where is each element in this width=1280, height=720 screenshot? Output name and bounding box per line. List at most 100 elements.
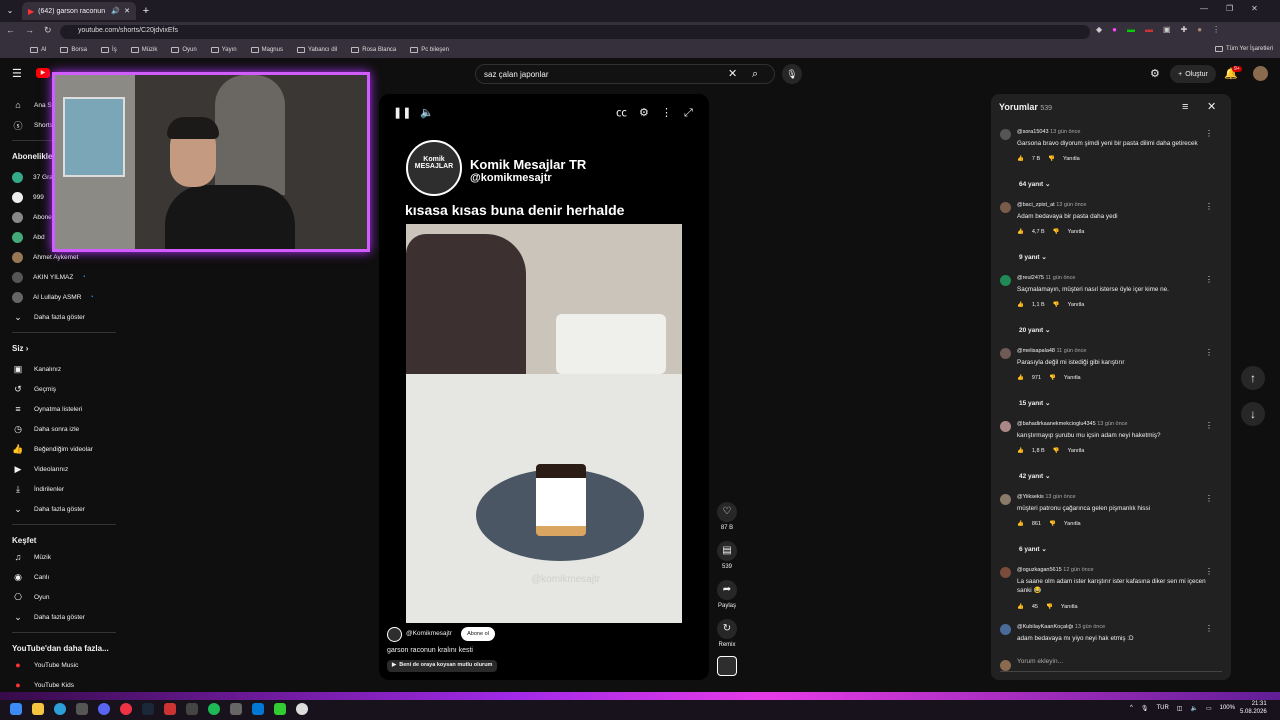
reply-button[interactable]: Yanıtla xyxy=(1068,302,1085,308)
app-icon[interactable] xyxy=(164,703,176,715)
music-chip[interactable]: ▶ Beni de oraya koysan mutlu olurum xyxy=(387,660,498,672)
maximize-icon[interactable]: ❐ xyxy=(1226,4,1233,13)
sidebar-item-youtube-kids[interactable]: ● YouTube Kids xyxy=(12,678,74,692)
replies-toggle[interactable]: 42 yanıt ⌄ xyxy=(1019,472,1050,480)
sidebar-sub[interactable]: 999 xyxy=(12,190,44,204)
hamburger-menu-icon[interactable]: ☰ xyxy=(12,67,22,81)
dislike-icon[interactable]: 👎 xyxy=(1049,521,1056,527)
comment-author[interactable]: @Yiiksekis 13 gün önce xyxy=(1017,494,1076,500)
search-icon[interactable]: ⌕ xyxy=(752,67,758,81)
profile-avatar[interactable]: ● xyxy=(1197,25,1202,34)
comment-avatar[interactable] xyxy=(1000,421,1011,432)
channel-avatar[interactable] xyxy=(387,627,402,642)
sidebar-item-history[interactable]: ↺ Geçmiş xyxy=(12,382,56,396)
dislike-icon[interactable]: 👎 xyxy=(1049,375,1056,381)
comment-author[interactable]: @reul2475 11 gün önce xyxy=(1017,275,1075,281)
like-icon[interactable]: 👍 xyxy=(1017,302,1024,308)
url-field[interactable]: youtube.com/shorts/C20jdvixEfs xyxy=(60,25,1090,39)
sidebar-item-downloads[interactable]: ⤓ İndirilenler xyxy=(12,482,64,496)
battery-icon[interactable]: ▭ xyxy=(1206,705,1212,712)
comment-author[interactable]: @bahadirkaanekmekcioglu4345 13 gün önce xyxy=(1017,421,1127,427)
dislike-icon[interactable]: 👎 xyxy=(1046,604,1053,610)
replies-toggle[interactable]: 20 yanıt ⌄ xyxy=(1019,326,1050,334)
tab-search-icon[interactable]: ⌄ xyxy=(4,4,16,18)
comments-button[interactable]: ▤ 539 xyxy=(714,541,740,570)
sidebar-item-gaming[interactable]: ⎔ Oyun xyxy=(12,590,49,604)
dislike-icon[interactable]: 👎 xyxy=(1048,156,1055,162)
reload-icon[interactable]: ↻ xyxy=(44,25,52,36)
cast-settings-icon[interactable]: ⚙ xyxy=(1150,67,1160,81)
sidebar-item-your-videos[interactable]: ▶ Videolarınız xyxy=(12,462,69,476)
comment-author[interactable]: @sora15043 13 gün önce xyxy=(1017,129,1080,135)
sidebar-item-channel[interactable]: ▣ Kanalınız xyxy=(12,362,61,376)
bookmark-rosa-blanca[interactable]: Rosa Blanca xyxy=(351,47,396,53)
comment-avatar[interactable] xyxy=(1000,624,1011,635)
bookmark-muzik[interactable]: Müzik xyxy=(130,47,157,53)
app-icon[interactable] xyxy=(230,703,242,715)
discord-icon[interactable] xyxy=(98,703,110,715)
subscribe-button[interactable]: Abone ol xyxy=(461,627,495,641)
forward-icon[interactable]: → xyxy=(25,25,34,36)
replies-toggle[interactable]: 6 yanıt ⌄ xyxy=(1019,545,1047,553)
reply-button[interactable]: Yanıtla xyxy=(1064,521,1081,527)
video-title[interactable]: garson raconun kralını kesti xyxy=(387,647,473,654)
more-options-icon[interactable]: ⋮ xyxy=(661,106,672,120)
minimize-icon[interactable]: — xyxy=(1200,4,1208,13)
sidebar-item-youtube-music[interactable]: ● YouTube Music xyxy=(12,658,78,672)
all-bookmarks[interactable]: Tüm Yer İşaretleri xyxy=(1215,46,1273,52)
reply-button[interactable]: Yanıtla xyxy=(1063,156,1080,162)
sidebar-sub[interactable]: AKIN YILMAZ • xyxy=(12,270,85,284)
sidebar-sub[interactable]: Abone xyxy=(12,210,52,224)
speaker-icon[interactable]: 🔈 xyxy=(1190,705,1197,712)
like-icon[interactable]: 👍 xyxy=(1017,375,1024,381)
close-comments-icon[interactable]: ✕ xyxy=(1207,100,1216,114)
pause-icon[interactable]: ❚❚ xyxy=(393,106,411,120)
voice-search-icon[interactable]: 🎙 xyxy=(782,64,802,84)
sidebar-show-more-subs[interactable]: ⌄ Daha fazla göster xyxy=(12,310,85,324)
comment-more-icon[interactable]: ⋮ xyxy=(1205,202,1213,211)
vscode-icon[interactable] xyxy=(252,703,264,715)
bookmark-magnus[interactable]: Magnus xyxy=(250,47,283,53)
like-icon[interactable]: 👍 xyxy=(1017,604,1024,610)
dislike-icon[interactable]: 👎 xyxy=(1053,229,1060,235)
comment-more-icon[interactable]: ⋮ xyxy=(1205,624,1213,633)
bookmark-oyun[interactable]: Oyun xyxy=(171,47,197,53)
obs-icon[interactable] xyxy=(296,703,308,715)
browser-tab[interactable]: ▶ (642) garson raconun kralını 🔊 ✕ xyxy=(22,2,136,20)
comment-more-icon[interactable]: ⋮ xyxy=(1205,348,1213,357)
reply-button[interactable]: Yanıtla xyxy=(1064,375,1081,381)
comment-more-icon[interactable]: ⋮ xyxy=(1205,129,1213,138)
bookmark-is[interactable]: İş xyxy=(101,47,117,53)
tray-icon[interactable]: ◫ xyxy=(1177,705,1183,712)
sidebar-item-music[interactable]: ♫ Müzik xyxy=(12,550,51,564)
bottom-channel-handle[interactable]: @Komikmesajtr xyxy=(406,630,452,637)
comment-avatar[interactable] xyxy=(1000,129,1011,140)
comment-avatar[interactable] xyxy=(1000,494,1011,505)
like-button[interactable]: ♡ 87 B xyxy=(714,502,740,531)
language-indicator[interactable]: TUR xyxy=(1156,705,1168,712)
sidebar-sub[interactable]: Abd xyxy=(12,230,45,244)
like-icon[interactable]: 👍 xyxy=(1017,229,1024,235)
app-icon[interactable] xyxy=(76,703,88,715)
comment-avatar[interactable] xyxy=(1000,348,1011,359)
sidebar-item-live[interactable]: ◉ Canlı xyxy=(12,570,49,584)
like-icon[interactable]: 👍 xyxy=(1017,448,1024,454)
reply-button[interactable]: Yanıtla xyxy=(1068,448,1085,454)
comment-more-icon[interactable]: ⋮ xyxy=(1205,275,1213,284)
fullscreen-icon[interactable]: ⤢ xyxy=(684,106,693,120)
you-heading[interactable]: Siz › xyxy=(12,344,28,353)
sidebar-item-playlists[interactable]: ≡ Oynatma listeleri xyxy=(12,402,82,416)
sidebar-sub[interactable]: Ahmet Aykemet xyxy=(12,250,78,264)
like-icon[interactable]: 👍 xyxy=(1017,521,1024,527)
app-icon[interactable] xyxy=(186,703,198,715)
bookmark-borsa[interactable]: Borsa xyxy=(60,47,87,53)
sidebar-item-watch-later[interactable]: ◷ Daha sonra izle xyxy=(12,422,79,436)
volume-icon[interactable]: 🔈 xyxy=(420,106,434,120)
sidebar-sub[interactable]: Al Lullaby ASMR • xyxy=(12,290,93,304)
tab-close-icon[interactable]: ✕ xyxy=(124,7,130,15)
share-button[interactable]: ➦ Paylaş xyxy=(714,580,740,609)
comment-author[interactable]: @melisapala48 11 gün önce xyxy=(1017,348,1086,354)
tab-audio-icon[interactable]: 🔊 xyxy=(111,7,120,15)
like-icon[interactable]: 👍 xyxy=(1017,156,1024,162)
sound-thumbnail[interactable] xyxy=(717,656,737,676)
